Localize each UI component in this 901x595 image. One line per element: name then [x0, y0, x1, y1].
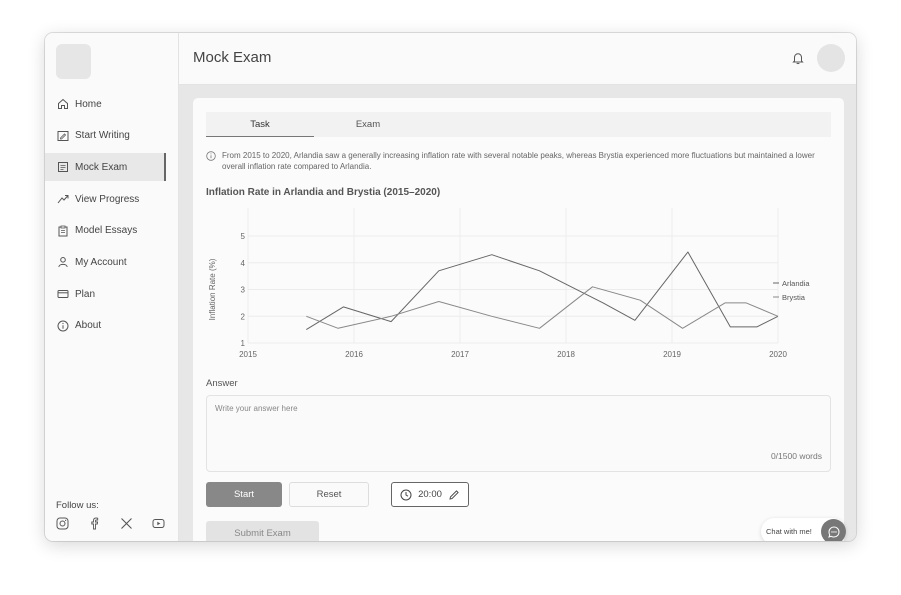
- sidebar-item-plan[interactable]: Plan: [45, 280, 179, 308]
- timer-value: 20:00: [418, 489, 442, 500]
- sidebar-item-about[interactable]: About: [45, 312, 179, 340]
- app-window: Home Start Writing Mock Exam View Progre…: [45, 33, 856, 541]
- page-title: Mock Exam: [193, 49, 272, 66]
- clipboard-icon: [57, 225, 69, 237]
- social-links: [56, 517, 166, 531]
- x-tick-label: 2016: [345, 350, 363, 359]
- word-count: 0/1500 words: [770, 451, 822, 461]
- answer-textarea[interactable]: [207, 396, 830, 456]
- x-tick-label: 2015: [239, 350, 257, 359]
- card-icon: [57, 288, 69, 300]
- info-icon: [57, 320, 69, 332]
- chat-widget[interactable]: Chat with me!: [761, 518, 846, 541]
- inflation-chart: 1 2 3 4 5 2015 2016 2017 2018 2019 2020 Inflation R…: [208, 208, 810, 359]
- y-tick-label: 1: [241, 339, 246, 348]
- sidebar-item-label: Plan: [75, 288, 96, 300]
- x-tick-label: 2018: [557, 350, 575, 359]
- pencil-icon[interactable]: [448, 489, 460, 501]
- submit-exam-button[interactable]: Submit Exam: [206, 521, 319, 541]
- series-line-arlandia: [306, 251, 779, 331]
- task-info: From 2015 to 2020, Arlandia saw a genera…: [206, 150, 816, 172]
- info-circle-icon: [206, 151, 216, 161]
- sidebar-item-home[interactable]: Home: [45, 90, 179, 118]
- sidebar-item-my-account[interactable]: My Account: [45, 248, 179, 276]
- y-tick-label: 5: [241, 232, 246, 241]
- topbar: Mock Exam: [179, 33, 856, 85]
- chat-bubble-icon[interactable]: [821, 519, 846, 541]
- y-tick-label: 3: [241, 286, 246, 295]
- facebook-icon[interactable]: [88, 517, 102, 531]
- sidebar-nav: Home Start Writing Mock Exam View Progre…: [45, 90, 179, 344]
- main-content: Task Exam From 2015 to 2020, Arlandia sa…: [179, 85, 856, 541]
- reset-button[interactable]: Reset: [289, 482, 369, 507]
- task-description: From 2015 to 2020, Arlandia saw a genera…: [222, 151, 815, 171]
- chart-title: Inflation Rate in Arlandia and Brystia (…: [206, 187, 441, 198]
- legend-label: Arlandia: [782, 279, 810, 288]
- chat-label: Chat with me!: [766, 527, 812, 536]
- home-icon: [57, 98, 69, 110]
- sidebar-item-label: View Progress: [75, 193, 140, 205]
- sidebar-item-label: Mock Exam: [75, 161, 128, 173]
- bell-icon[interactable]: [791, 51, 805, 65]
- answer-box: 0/1500 words: [206, 395, 831, 472]
- y-tick-label: 2: [241, 312, 246, 321]
- logo[interactable]: [56, 44, 91, 79]
- y-axis-label: Inflation Rate (%): [208, 258, 217, 320]
- legend-label: Brystia: [782, 293, 806, 302]
- timer[interactable]: 20:00: [391, 482, 469, 507]
- x-tick-label: 2020: [769, 350, 787, 359]
- sidebar-item-label: Model Essays: [75, 225, 138, 237]
- clock-icon: [400, 489, 412, 500]
- tab-bar: Task Exam: [206, 112, 831, 137]
- sidebar-item-label: Home: [75, 98, 102, 110]
- tab-task[interactable]: Task: [206, 112, 314, 137]
- start-button[interactable]: Start: [206, 482, 282, 507]
- sidebar-item-view-progress[interactable]: View Progress: [45, 185, 179, 213]
- x-tick-label: 2017: [451, 350, 469, 359]
- y-tick-label: 4: [241, 259, 246, 268]
- x-tick-label: 2019: [663, 350, 681, 359]
- instagram-icon[interactable]: [56, 517, 70, 531]
- exam-card: Task Exam From 2015 to 2020, Arlandia sa…: [193, 98, 846, 541]
- edit-icon: [57, 130, 69, 142]
- trend-icon: [57, 193, 69, 205]
- follow-us-label: Follow us:: [56, 500, 99, 511]
- answer-label: Answer: [206, 378, 238, 389]
- x-icon[interactable]: [120, 517, 134, 531]
- series-line-brystia: [306, 286, 779, 329]
- document-icon: [57, 161, 69, 173]
- youtube-icon[interactable]: [152, 517, 166, 531]
- tab-exam[interactable]: Exam: [314, 112, 422, 137]
- sidebar-item-label: Start Writing: [75, 130, 130, 142]
- user-icon: [57, 256, 69, 268]
- sidebar-item-mock-exam[interactable]: Mock Exam: [45, 153, 166, 182]
- avatar[interactable]: [817, 44, 845, 72]
- sidebar: Home Start Writing Mock Exam View Progre…: [45, 33, 179, 541]
- sidebar-item-label: My Account: [75, 256, 127, 268]
- sidebar-item-model-essays[interactable]: Model Essays: [45, 217, 179, 245]
- sidebar-item-label: About: [75, 320, 102, 332]
- sidebar-item-start-writing[interactable]: Start Writing: [45, 122, 179, 150]
